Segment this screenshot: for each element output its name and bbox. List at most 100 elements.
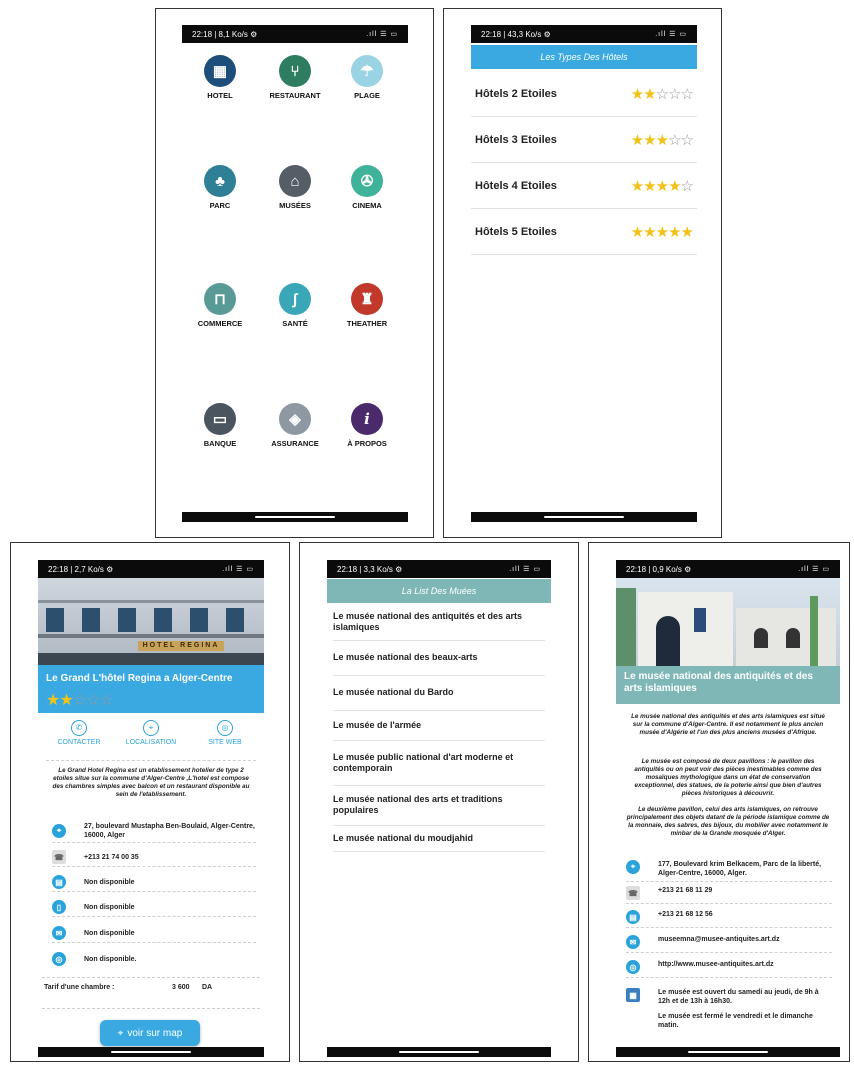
category-banque[interactable]: ▭ BANQUE xyxy=(182,403,258,448)
action-site-web[interactable]: ◎ SITE WEB xyxy=(190,720,260,746)
home-indicator[interactable] xyxy=(399,1051,479,1053)
info-row: ⌖ 177, Boulevard krim Belkacem, Parc de l… xyxy=(626,860,832,878)
star-empty-icon: ☆ xyxy=(86,692,100,709)
star-rating: ★★★★☆ xyxy=(631,177,694,195)
nav-bar xyxy=(471,512,697,522)
category-à-propos[interactable]: i À PROPOS xyxy=(329,403,405,448)
status-left: 22:18 | 2,7 Ko/s ⚙ xyxy=(48,564,114,574)
category-hotel[interactable]: ▦ HOTEL xyxy=(182,55,258,100)
museum-icon: ⌂ xyxy=(279,165,311,197)
category-theather[interactable]: ♜ THEATHER xyxy=(329,283,405,328)
category-commerce[interactable]: ⊓ COMMERCE xyxy=(182,283,258,328)
action-label: LOCALISATION xyxy=(125,739,177,746)
divider xyxy=(52,942,256,943)
screen-museum-list: 22:18 | 3,3 Ko/s ⚙ .ıll ☰ ▭ La List Des … xyxy=(327,560,551,1057)
star-filled-icon: ★ xyxy=(643,131,656,149)
category-label: ASSURANCE xyxy=(271,439,319,448)
star-filled-icon: ★ xyxy=(643,85,656,103)
home-indicator[interactable] xyxy=(688,1051,768,1053)
info-row: ▤ Non disponible xyxy=(52,875,256,889)
tree-bench-icon: ♣ xyxy=(204,165,236,197)
museum-list-item[interactable]: Le musée national des beaux-arts xyxy=(333,640,545,676)
status-bar: 22:18 | 43,3 Ko/s ⚙ .ıll ☰ ▭ xyxy=(471,25,697,43)
star-empty-icon: ☆ xyxy=(668,131,681,149)
home-indicator[interactable] xyxy=(544,516,624,518)
action-localisation[interactable]: ⌖ LOCALISATION xyxy=(116,720,186,746)
hotel-type-row[interactable]: Hôtels 4 Etoiles ★★★★☆ xyxy=(471,163,697,209)
category-restaurant[interactable]: ⑂ RESTAURANT xyxy=(257,55,333,100)
category-musées[interactable]: ⌂ MUSÉES xyxy=(257,165,333,210)
divider xyxy=(52,866,256,867)
screen-categories: 22:18 | 8,1 Ko/s ⚙ .ıll ☰ ▭ ▦ HOTEL ⑂ RESTA… xyxy=(182,25,408,522)
category-parc[interactable]: ♣ PARC xyxy=(182,165,258,210)
hotel-type-row[interactable]: Hôtels 5 Etoiles ★★★★★ xyxy=(471,209,697,255)
hotel-title: Le Grand L'hôtel Regina a Alger-Centre xyxy=(46,673,233,684)
info-row: ◎ Non disponible. xyxy=(52,952,256,966)
info-text: 177, Boulevard krim Belkacem, Parc de la… xyxy=(658,861,822,877)
home-indicator[interactable] xyxy=(255,516,335,518)
star-filled-icon: ★ xyxy=(643,223,656,241)
museum-title-banner: Le musée national des antiquités et des … xyxy=(616,666,840,704)
location-pin-icon: ⌖ xyxy=(626,860,640,874)
star-filled-icon: ★ xyxy=(46,692,60,709)
map-button-label: voir sur map xyxy=(127,1027,183,1039)
nav-bar xyxy=(327,1047,551,1057)
star-filled-icon: ★ xyxy=(655,177,669,195)
category-label: BANQUE xyxy=(203,439,237,448)
category-label: SANTÉ xyxy=(282,319,308,328)
category-label: RESTAURANT xyxy=(269,91,321,100)
museum-list-item[interactable]: Le musée national du moudjahid xyxy=(333,825,545,852)
star-filled-icon: ★ xyxy=(668,223,681,241)
info-text: +213 21 68 11 29 xyxy=(658,887,713,894)
location-pin-icon: ⌖ xyxy=(117,1027,124,1039)
museum-list-item[interactable]: Le musée public national d'art moderne e… xyxy=(333,740,545,786)
museum-list-item[interactable]: Le musée national des antiquités et des … xyxy=(333,604,545,641)
info-text: Non disponible xyxy=(84,878,135,886)
action-label: SITE WEB xyxy=(208,739,242,746)
info-row: ▦ Le musée est ouvert du samedi au jeudi,… xyxy=(626,988,832,1030)
screen-museum-detail: 22:18 | 0,9 Ko/s ⚙ .ıll ☰ ▭ Le musée nat… xyxy=(616,560,840,1057)
info-text-wrap: +213 21 68 12 56 xyxy=(658,910,713,919)
info-row: ☎ +213 21 68 11 29 xyxy=(626,886,832,900)
category-plage[interactable]: ☂ PLAGE xyxy=(329,55,405,100)
info-row: ◎ http://www.musee-antiquites.art.dz xyxy=(626,960,832,974)
phone-icon: ✆ xyxy=(71,720,87,736)
info-text-wrap: museemna@musee-antiquites.art.dz xyxy=(658,935,780,944)
museum-title: Le musée national des antiquités et des … xyxy=(624,671,813,694)
beach-umbrella-icon: ☂ xyxy=(351,55,383,87)
map-button[interactable]: ⌖ voir sur map xyxy=(100,1020,200,1046)
email-icon: ✉ xyxy=(52,926,66,940)
museum-list-item[interactable]: Le musée de l'armée xyxy=(333,710,545,741)
info-row: ⌖ 27, boulevard Mustapha Ben-Boulaid, Alg… xyxy=(52,822,256,840)
museum-description-paragraph: Le musée national des antiquités et des … xyxy=(631,713,825,736)
home-indicator[interactable] xyxy=(111,1051,191,1053)
category-santé[interactable]: ∫ SANTÉ xyxy=(257,283,333,328)
category-cinema[interactable]: ✇ CINEMA xyxy=(329,165,405,210)
divider xyxy=(46,760,256,761)
nav-bar xyxy=(182,512,408,522)
hotel-type-row[interactable]: Hôtels 2 Etoiles ★★☆☆☆ xyxy=(471,71,697,117)
category-assurance[interactable]: ◈ ASSURANCE xyxy=(257,403,333,448)
star-empty-icon: ☆ xyxy=(655,85,669,103)
nav-bar xyxy=(38,1047,264,1057)
museum-list-item[interactable]: Le musée national du Bardo xyxy=(333,675,545,711)
status-right: .ıll ☰ ▭ xyxy=(366,31,398,38)
info-row: ✉ museemna@musee-antiquites.art.dz xyxy=(626,935,832,949)
theater-curtain-icon: ♜ xyxy=(351,283,383,315)
status-left: 22:18 | 8,1 Ko/s ⚙ xyxy=(192,29,258,39)
info-text: Le musée est ouvert du samedi au jeudi, … xyxy=(658,989,819,1005)
page-title: Les Types Des Hôtels xyxy=(471,45,697,69)
star-filled-icon: ★ xyxy=(643,177,656,195)
info-text: 27, boulevard Mustapha Ben-Boulaid, Alge… xyxy=(84,823,255,839)
action-contacter[interactable]: ✆ CONTACTER xyxy=(44,720,114,746)
category-label: PLAGE xyxy=(354,91,380,100)
info-text: Non disponible xyxy=(84,929,135,937)
star-filled-icon: ★ xyxy=(655,131,669,149)
stethoscope-icon: ∫ xyxy=(279,283,311,315)
fax-icon: ▤ xyxy=(626,910,640,924)
star-rating: ★★☆☆☆ xyxy=(631,85,694,103)
museum-list-item[interactable]: Le musée national des arts et traditions… xyxy=(333,785,545,826)
hotel-rating: ★★☆☆☆ xyxy=(46,690,114,710)
info-row: ✉ Non disponible xyxy=(52,926,256,940)
hotel-type-row[interactable]: Hôtels 3 Etoiles ★★★☆☆ xyxy=(471,117,697,163)
